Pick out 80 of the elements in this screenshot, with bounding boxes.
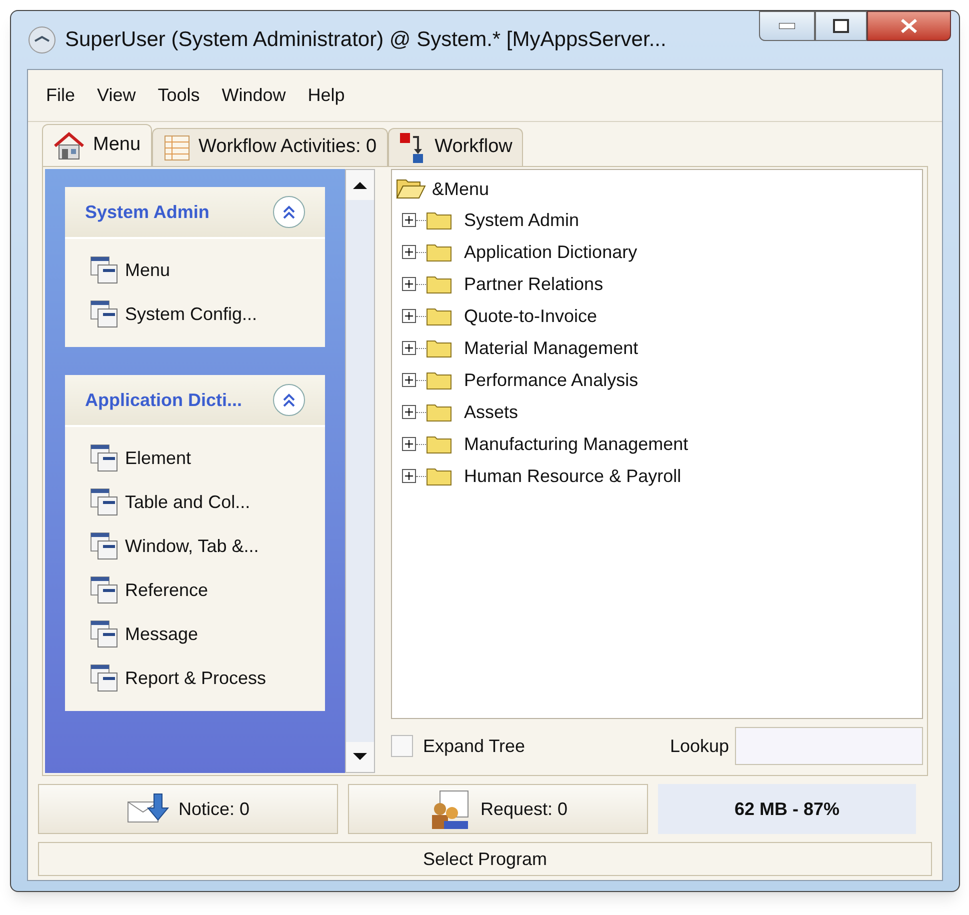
window-stack-icon xyxy=(89,299,119,329)
sidebar-item[interactable]: Menu xyxy=(89,255,301,285)
tree-item[interactable]: Assets xyxy=(464,398,518,426)
tree-item[interactable]: System Admin xyxy=(464,206,580,234)
checkbox-label: Expand Tree xyxy=(423,734,526,758)
expand-icon[interactable] xyxy=(402,469,416,483)
window-stack-icon xyxy=(89,443,119,473)
folder-icon xyxy=(426,306,452,326)
minimize-button[interactable] xyxy=(759,11,815,41)
table-icon xyxy=(162,134,191,162)
house-icon xyxy=(53,130,85,160)
scroll-up-icon xyxy=(346,170,374,200)
chevrons-up-icon xyxy=(281,204,297,220)
menu-item[interactable]: View xyxy=(89,82,144,109)
tree-item[interactable]: Partner Relations xyxy=(464,270,604,298)
lookup-field[interactable] xyxy=(735,727,923,765)
expand-icon[interactable] xyxy=(402,405,416,419)
app-icon xyxy=(27,25,57,55)
tree-root[interactable]: &Menu xyxy=(432,176,490,202)
status-bar: Select Program xyxy=(38,842,932,876)
menu-item[interactable]: Help xyxy=(300,82,353,109)
tab[interactable]: Workflow Activities: 0 xyxy=(152,128,388,166)
window-stack-icon xyxy=(89,255,119,285)
sidebar-item[interactable]: System Config... xyxy=(89,299,301,329)
tree-item[interactable]: Performance Analysis xyxy=(464,366,638,394)
expand-icon[interactable] xyxy=(402,213,416,227)
folder-icon xyxy=(426,370,452,390)
maximize-button[interactable] xyxy=(815,11,867,41)
window-stack-icon xyxy=(89,663,119,693)
tab[interactable]: Menu xyxy=(42,124,152,166)
scrollbar[interactable] xyxy=(345,169,375,773)
chevrons-up-icon xyxy=(281,392,297,408)
folder-icon xyxy=(426,402,452,422)
collapse-button[interactable] xyxy=(273,384,305,416)
close-button[interactable] xyxy=(867,11,951,41)
request-button[interactable]: Request: 0 xyxy=(348,784,648,834)
open-folder-icon xyxy=(396,178,426,200)
folder-icon xyxy=(426,434,452,454)
minimize-icon xyxy=(779,23,795,29)
window-stack-icon xyxy=(89,619,119,649)
expand-icon[interactable] xyxy=(402,341,416,355)
sidebar-item[interactable]: Reference xyxy=(89,575,301,605)
tree-item[interactable]: Material Management xyxy=(464,334,638,362)
notice-button[interactable]: Notice: 0 xyxy=(38,784,338,834)
expand-icon[interactable] xyxy=(402,245,416,259)
expand-icon[interactable] xyxy=(402,437,416,451)
tree-item[interactable]: Quote-to-Invoice xyxy=(464,302,598,330)
expand-icon[interactable] xyxy=(402,277,416,291)
group-title: Application Dicti... xyxy=(85,388,242,412)
menu-item[interactable]: Window xyxy=(214,82,294,109)
sidebar-item[interactable]: Element xyxy=(89,443,301,473)
tab[interactable]: Workflow xyxy=(388,128,524,166)
checkbox[interactable] xyxy=(391,735,413,757)
sidebar-item[interactable]: Window, Tab &... xyxy=(89,531,301,561)
close-icon xyxy=(900,19,918,33)
group-title: System Admin xyxy=(85,200,210,224)
tree-item[interactable]: Human Resource & Payroll xyxy=(464,462,682,490)
folder-icon xyxy=(426,242,452,262)
sidebar-item[interactable]: Message xyxy=(89,619,301,649)
lookup-label: Lookup xyxy=(670,734,729,758)
sidebar-item[interactable]: Table and Col... xyxy=(89,487,301,517)
scroll-down-icon xyxy=(346,742,374,772)
collapse-button[interactable] xyxy=(273,196,305,228)
window-stack-icon xyxy=(89,575,119,605)
window-stack-icon xyxy=(89,487,119,517)
folder-icon xyxy=(426,338,452,358)
menu-item[interactable]: File xyxy=(38,82,84,109)
expand-icon[interactable] xyxy=(402,373,416,387)
maximize-icon xyxy=(833,19,849,33)
tree-item[interactable]: Application Dictionary xyxy=(464,238,638,266)
folder-icon xyxy=(426,210,452,230)
menu-item[interactable]: Tools xyxy=(150,82,208,109)
folder-icon xyxy=(426,466,452,486)
memory-indicator: 62 MB - 87% xyxy=(658,784,916,834)
tree-item[interactable]: Manufacturing Management xyxy=(464,430,688,458)
folder-icon xyxy=(426,274,452,294)
expand-icon[interactable] xyxy=(402,309,416,323)
window-title: SuperUser (System Administrator) @ System.* [MyAppsServer... xyxy=(65,27,666,54)
window-stack-icon xyxy=(89,531,119,561)
sidebar-item[interactable]: Report & Process xyxy=(89,663,301,693)
